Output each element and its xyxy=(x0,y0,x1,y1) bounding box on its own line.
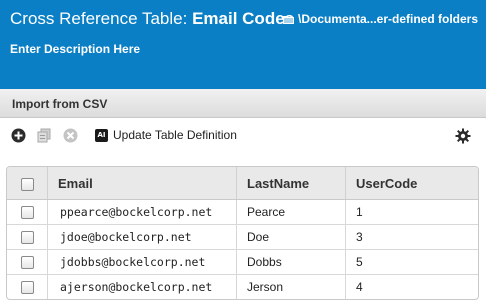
title-prefix: Cross Reference Table: xyxy=(10,9,188,28)
ai-icon: AI xyxy=(95,128,108,142)
column-header-usercode[interactable]: UserCode xyxy=(345,167,478,200)
page-title: Cross Reference Table: Email Codes xyxy=(10,9,294,29)
cross-reference-table: Email LastName UserCode ppearce@bockelco… xyxy=(6,166,479,300)
update-table-definition-label: Update Table Definition xyxy=(113,128,237,142)
gear-icon[interactable] xyxy=(455,128,471,144)
usercode-cell[interactable]: 3 xyxy=(345,224,478,250)
table-row[interactable]: ppearce@bockelcorp.net Pearce 1 xyxy=(7,199,478,225)
email-cell[interactable]: ajerson@bockelcorp.net xyxy=(47,274,237,299)
select-all-checkbox[interactable] xyxy=(20,177,34,191)
delete-icon[interactable] xyxy=(63,128,78,143)
column-header-email[interactable]: Email xyxy=(47,167,237,200)
usercode-cell[interactable]: 5 xyxy=(345,249,478,275)
table-name: Email Codes xyxy=(192,9,295,28)
usercode-cell[interactable]: 4 xyxy=(346,275,479,300)
column-header-lastname[interactable]: LastName xyxy=(236,167,346,200)
folder-icon xyxy=(283,15,294,24)
import-from-csv-label: Import from CSV xyxy=(12,97,108,111)
email-cell[interactable]: ppearce@bockelcorp.net xyxy=(47,199,237,225)
description-field[interactable]: Enter Description Here xyxy=(10,42,140,56)
select-all-cell xyxy=(7,167,48,200)
row-checkbox[interactable] xyxy=(20,206,34,220)
folder-path-label: \Documenta...er-defined folders xyxy=(298,12,479,26)
row-checkbox[interactable] xyxy=(20,256,34,270)
table-header-row: Email LastName UserCode xyxy=(7,167,478,200)
email-cell[interactable]: jdobbs@bockelcorp.net xyxy=(47,249,237,275)
row-select-cell xyxy=(7,199,48,225)
folder-path-link[interactable]: \Documenta...er-defined folders xyxy=(283,12,478,26)
update-table-definition-button[interactable]: AI Update Table Definition xyxy=(95,128,237,142)
lastname-cell[interactable]: Pearce xyxy=(236,199,346,225)
row-checkbox[interactable] xyxy=(20,281,34,295)
row-select-cell xyxy=(7,274,48,299)
row-checkbox[interactable] xyxy=(20,231,34,245)
copy-icon[interactable] xyxy=(37,128,52,143)
add-icon[interactable] xyxy=(11,128,26,143)
row-select-cell xyxy=(7,224,48,250)
table-row[interactable]: jdobbs@bockelcorp.net Dobbs 5 xyxy=(7,249,478,275)
table-row[interactable]: ajerson@bockelcorp.net Jerson 4 xyxy=(7,274,479,300)
email-cell[interactable]: jdoe@bockelcorp.net xyxy=(47,224,237,250)
import-from-csv-bar[interactable]: Import from CSV xyxy=(0,89,486,118)
page-header: Cross Reference Table: Email Codes \Docu… xyxy=(0,0,486,89)
table-row[interactable]: jdoe@bockelcorp.net Doe 3 xyxy=(7,224,478,250)
lastname-cell[interactable]: Doe xyxy=(236,224,346,250)
toolbar: AI Update Table Definition xyxy=(0,118,486,154)
usercode-cell[interactable]: 1 xyxy=(345,199,478,225)
lastname-cell[interactable]: Jerson xyxy=(236,274,346,299)
row-select-cell xyxy=(7,249,48,275)
lastname-cell[interactable]: Dobbs xyxy=(236,249,346,275)
